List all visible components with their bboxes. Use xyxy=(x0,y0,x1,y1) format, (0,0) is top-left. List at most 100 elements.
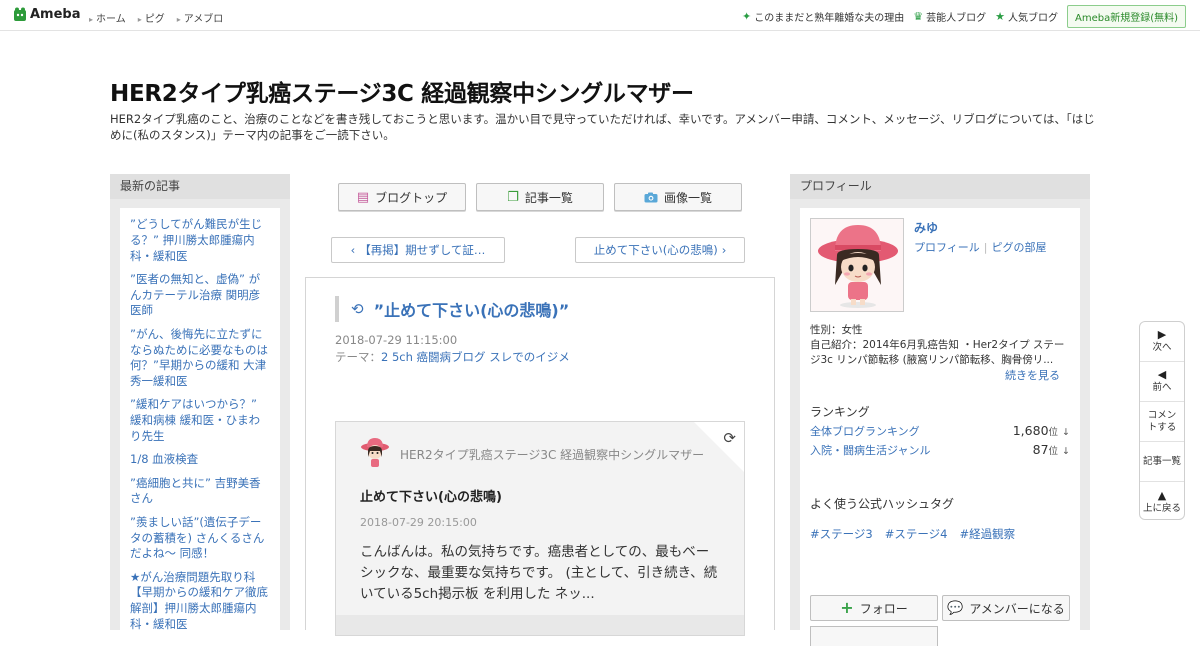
hashtag-link[interactable]: #ステージ3 xyxy=(810,526,873,542)
plus-icon: + xyxy=(840,598,854,617)
profile-box: みゆ プロフィール | ピグの部屋 性別：女性 自己紹介：2014年6月乳癌告知 ・… xyxy=(800,208,1080,646)
chevron-right-icon: › xyxy=(721,243,727,257)
follow-button[interactable]: + フォロー xyxy=(810,595,938,621)
recent-articles-heading: 最新の記事 xyxy=(110,174,290,199)
reblog-corner-icon: ⟳ xyxy=(723,429,736,447)
featured-link-label: このままだと熟年離婚な夫の理由 xyxy=(754,13,905,24)
hashtag-list: #ステージ3 #ステージ4 #経過観察 xyxy=(810,526,1015,542)
recent-article-link[interactable]: ”がん、後悔先に立たずにならぬために必要なものは何？”早期からの緩和 大津秀一緩… xyxy=(130,327,270,390)
reblog-card-footer xyxy=(336,615,744,635)
ranking-unit: 位 xyxy=(1048,427,1059,438)
profile-name[interactable]: みゆ xyxy=(914,219,938,236)
copy-icon: ❐ xyxy=(507,189,519,205)
image-list-label: 画像一覧 xyxy=(663,190,712,205)
nav-ameblo[interactable]: アメブロ xyxy=(177,10,224,25)
play-right-icon: ▶ xyxy=(1157,328,1167,341)
ranking-genre-value: 87位 ↓ xyxy=(1033,442,1070,458)
article-list-label: 記事一覧 xyxy=(524,190,573,205)
reblog-icon: ⟲ xyxy=(351,300,364,318)
next-button-stub[interactable] xyxy=(810,626,938,646)
profile-link[interactable]: プロフィール xyxy=(914,241,980,254)
sidenav-article-list[interactable]: 記事一覧 xyxy=(1140,442,1184,482)
recent-article-link[interactable]: ★がん治療問題先取り科【早期からの緩和ケア徹底解剖】押川勝太郎腫瘍内科・緩和医 xyxy=(130,570,270,633)
star-icon: ★ xyxy=(995,10,1005,23)
hashtag-heading: よく使う公式ハッシュタグ xyxy=(810,497,955,511)
sidenav-prev-label: 前へ xyxy=(1152,382,1172,393)
popular-blog-link[interactable]: ★ 人気ブログ xyxy=(995,9,1058,24)
article-title[interactable]: ”止めて下さい(心の悲鳴)” xyxy=(374,297,570,321)
ranking-overall-value: 1,680位 ↓ xyxy=(1013,423,1070,439)
recent-article-link[interactable]: ”緩和ケアはいつから？” 緩和病棟 緩和医・ひまわり先生 xyxy=(130,397,270,444)
sidenav-top-label: 上に戻る xyxy=(1142,502,1181,514)
article-list-button[interactable]: ❐ 記事一覧 xyxy=(476,183,604,211)
ranking-overall-link[interactable]: 全体ブログランキング xyxy=(810,423,920,439)
recent-article-link[interactable]: 1/8 血液検査 xyxy=(130,452,270,468)
sidenav-next[interactable]: ▶ 次へ xyxy=(1140,322,1184,362)
reblog-avatar xyxy=(361,438,389,467)
logo-text: Ameba xyxy=(30,7,81,22)
play-left-icon: ◀ xyxy=(1157,368,1167,381)
hashtag-link[interactable]: #ステージ4 xyxy=(885,526,948,542)
blog-top-button[interactable]: ▤ ブログトップ xyxy=(338,183,466,211)
prev-article-label: 【再掲】期せずして証… xyxy=(359,243,486,257)
reblog-title[interactable]: 止めて下さい(心の悲鳴) xyxy=(360,486,502,505)
hashtag-link[interactable]: #経過観察 xyxy=(959,526,1015,542)
sidenav-comment[interactable]: コメントする xyxy=(1140,402,1184,442)
profile-image[interactable] xyxy=(810,218,904,312)
up-arrow-icon: ▲ xyxy=(1157,488,1167,502)
profile-gender: 性別：女性 xyxy=(810,324,863,336)
sidenav-next-label: 次へ xyxy=(1152,342,1172,353)
ameba-logo[interactable]: Ameba xyxy=(13,7,81,22)
crown-icon: ♛ xyxy=(913,10,924,23)
read-more-link[interactable]: 続きを見る xyxy=(1005,367,1060,383)
document-icon: ▤ xyxy=(356,189,370,205)
next-article-button[interactable]: 止めて下さい(心の悲鳴) › xyxy=(575,237,745,263)
celebrity-blog-link[interactable]: ♛ 芸能人ブログ xyxy=(913,9,986,24)
article-title-block: ⟲ ”止めて下さい(心の悲鳴)” xyxy=(335,296,569,322)
ranking-genre-link[interactable]: 入院・闘病生活ジャンル xyxy=(810,442,930,458)
down-arrow-icon: ↓ xyxy=(1062,427,1070,438)
global-header: Ameba ホーム ピグ アメブロ ✦ このままだと熟年離婚な夫の理由 ♛ 芸能… xyxy=(0,0,1200,31)
celebrity-blog-label: 芸能人ブログ xyxy=(926,13,987,24)
recent-article-link[interactable]: ”どうしてがん難民が生じる？” 押川勝太郎腫瘍内科・緩和医 xyxy=(130,217,270,264)
signup-button[interactable]: Ameba新規登録(無料) xyxy=(1066,5,1186,28)
top-right-links: ✦ このままだと熟年離婚な夫の理由 ♛ 芸能人ブログ ★ 人気ブログ Ameba… xyxy=(742,5,1186,28)
nav-home[interactable]: ホーム xyxy=(89,10,126,25)
reblog-blog-name[interactable]: HER2タイプ乳癌ステージ3C 経過観察中シングルマザー xyxy=(400,446,704,463)
image-list-button[interactable]: 画像一覧 xyxy=(614,183,742,211)
theme-prefix: テーマ： xyxy=(335,350,381,364)
recent-article-link[interactable]: ”癌細胞と共に” 吉野美香さん xyxy=(130,476,270,508)
blog-nav-buttons: ▤ ブログトップ ❐ 記事一覧 画像一覧 xyxy=(338,183,742,211)
theme-link[interactable]: 2 5ch 癌闘病ブログ スレでのイジメ xyxy=(381,350,570,364)
ranking-row: 入院・闘病生活ジャンル 87位 ↓ xyxy=(810,442,1070,458)
follow-label: フォロー xyxy=(859,601,908,616)
recent-article-link[interactable]: ”医者の無知と、虚偽” がんカテーテル治療 関明彦医師 xyxy=(130,272,270,319)
amember-button[interactable]: 💬 アメンバーになる xyxy=(942,595,1070,621)
blog-title[interactable]: HER2タイプ乳癌ステージ3C 経過観察中シングルマザー xyxy=(110,74,694,108)
ranking-row: 全体ブログランキング 1,680位 ↓ xyxy=(810,423,1070,439)
article: ⟲ ”止めて下さい(心の悲鳴)” 2018-07-29 11:15:00 テーマ… xyxy=(305,277,775,636)
sparkle-icon: ✦ xyxy=(742,10,752,23)
recent-article-link[interactable]: ”羨ましい話”(遺伝子データの蓄積を) さんくるさんだよね～ 同感！ xyxy=(130,515,270,562)
profile-links: プロフィール | ピグの部屋 xyxy=(914,239,1047,255)
article-date: 2018-07-29 11:15:00 xyxy=(335,333,458,347)
blog-description: HER2タイプ乳癌のこと、治療のことなどを書き残しておこうと思います。温かい目で… xyxy=(110,112,1095,142)
amember-label: アメンバーになる xyxy=(969,601,1065,616)
sidenav-top[interactable]: ▲ 上に戻る xyxy=(1140,482,1184,519)
recent-articles-list: ”どうしてがん難民が生じる？” 押川勝太郎腫瘍内科・緩和医 ”医者の無知と、虚偽… xyxy=(120,208,280,638)
article-pagination: ‹ 【再掲】期せずして証… 止めて下さい(心の悲鳴) › xyxy=(331,237,745,263)
floating-side-nav: ▶ 次へ ◀ 前へ コメントする 記事一覧 ▲ 上に戻る xyxy=(1139,321,1185,520)
profile-intro: 自己紹介：2014年6月乳癌告知 ・Her2タイプ ステージ3c リンパ節転移 … xyxy=(810,339,1065,366)
recent-articles-panel: 最新の記事 ”どうしてがん難民が生じる？” 押川勝太郎腫瘍内科・緩和医 ”医者の… xyxy=(110,174,290,638)
featured-link[interactable]: ✦ このままだと熟年離婚な夫の理由 xyxy=(742,9,904,24)
prev-article-button[interactable]: ‹ 【再掲】期せずして証… xyxy=(331,237,505,263)
ranking-unit: 位 xyxy=(1048,446,1059,457)
nav-pigg[interactable]: ピグ xyxy=(138,10,165,25)
pigg-room-link[interactable]: ピグの部屋 xyxy=(992,241,1047,254)
sidenav-comment-label: コメントする xyxy=(1147,409,1177,433)
blog-top-label: ブログトップ xyxy=(375,190,448,205)
next-article-label: 止めて下さい(心の悲鳴) xyxy=(593,243,718,257)
sidenav-prev[interactable]: ◀ 前へ xyxy=(1140,362,1184,402)
sidenav-article-list-label: 記事一覧 xyxy=(1142,455,1181,467)
reblog-card[interactable]: ⟳ HER2タイプ乳癌ステージ3C 経過観察中シングルマザー 止めて下さい(心の… xyxy=(335,421,745,636)
